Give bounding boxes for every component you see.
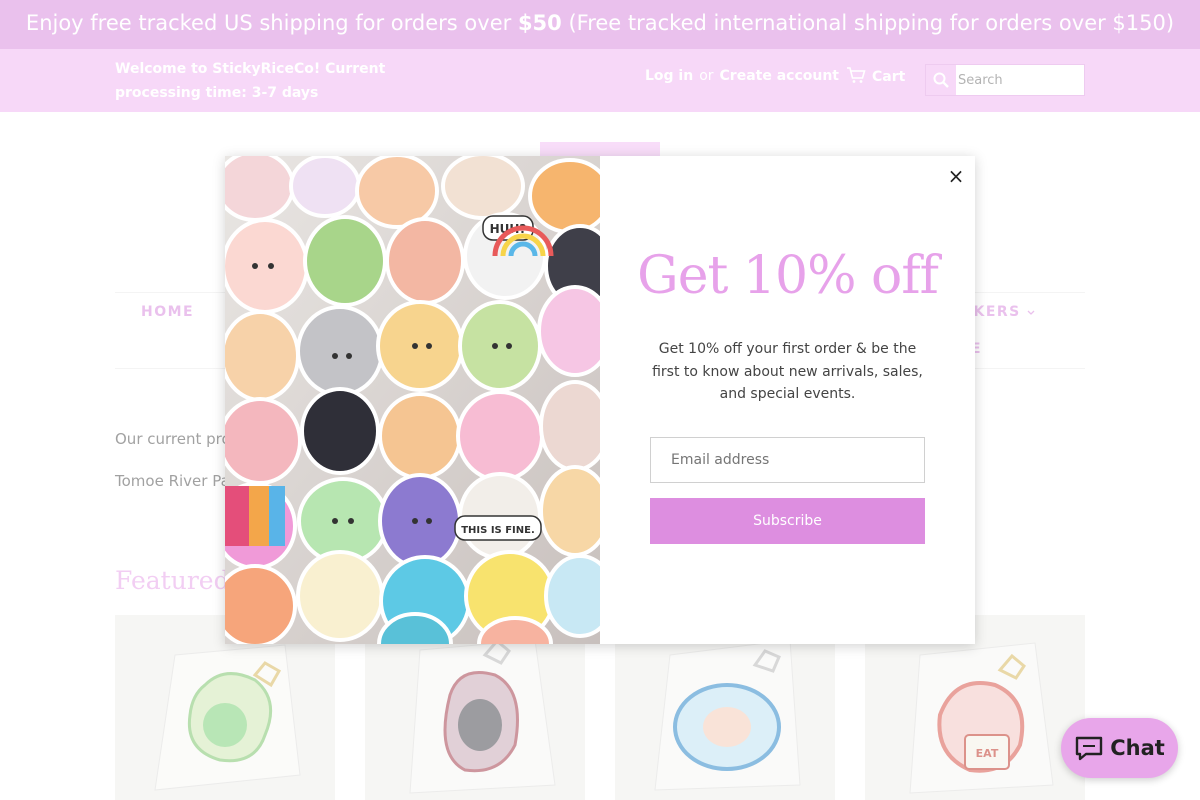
- sticker-collage-image: HUH? THIS IS FINE.: [225, 156, 600, 644]
- chat-button[interactable]: Chat: [1061, 718, 1178, 778]
- discount-popup: HUH? THIS IS FINE. × Get 10% off Get 10%…: [225, 156, 975, 644]
- chat-bubble-icon: [1076, 736, 1103, 761]
- chat-label: Chat: [1110, 736, 1165, 760]
- email-field[interactable]: [650, 437, 925, 483]
- close-icon: ×: [947, 164, 965, 188]
- popup-description: Get 10% off your first order & be the fi…: [652, 341, 923, 402]
- close-button[interactable]: ×: [944, 164, 968, 188]
- sticker-text-fine: THIS IS FINE.: [461, 525, 535, 536]
- popup-title: Get 10% off: [637, 246, 939, 306]
- subscribe-button[interactable]: Subscribe: [650, 498, 925, 544]
- popup-image: HUH? THIS IS FINE.: [225, 156, 600, 644]
